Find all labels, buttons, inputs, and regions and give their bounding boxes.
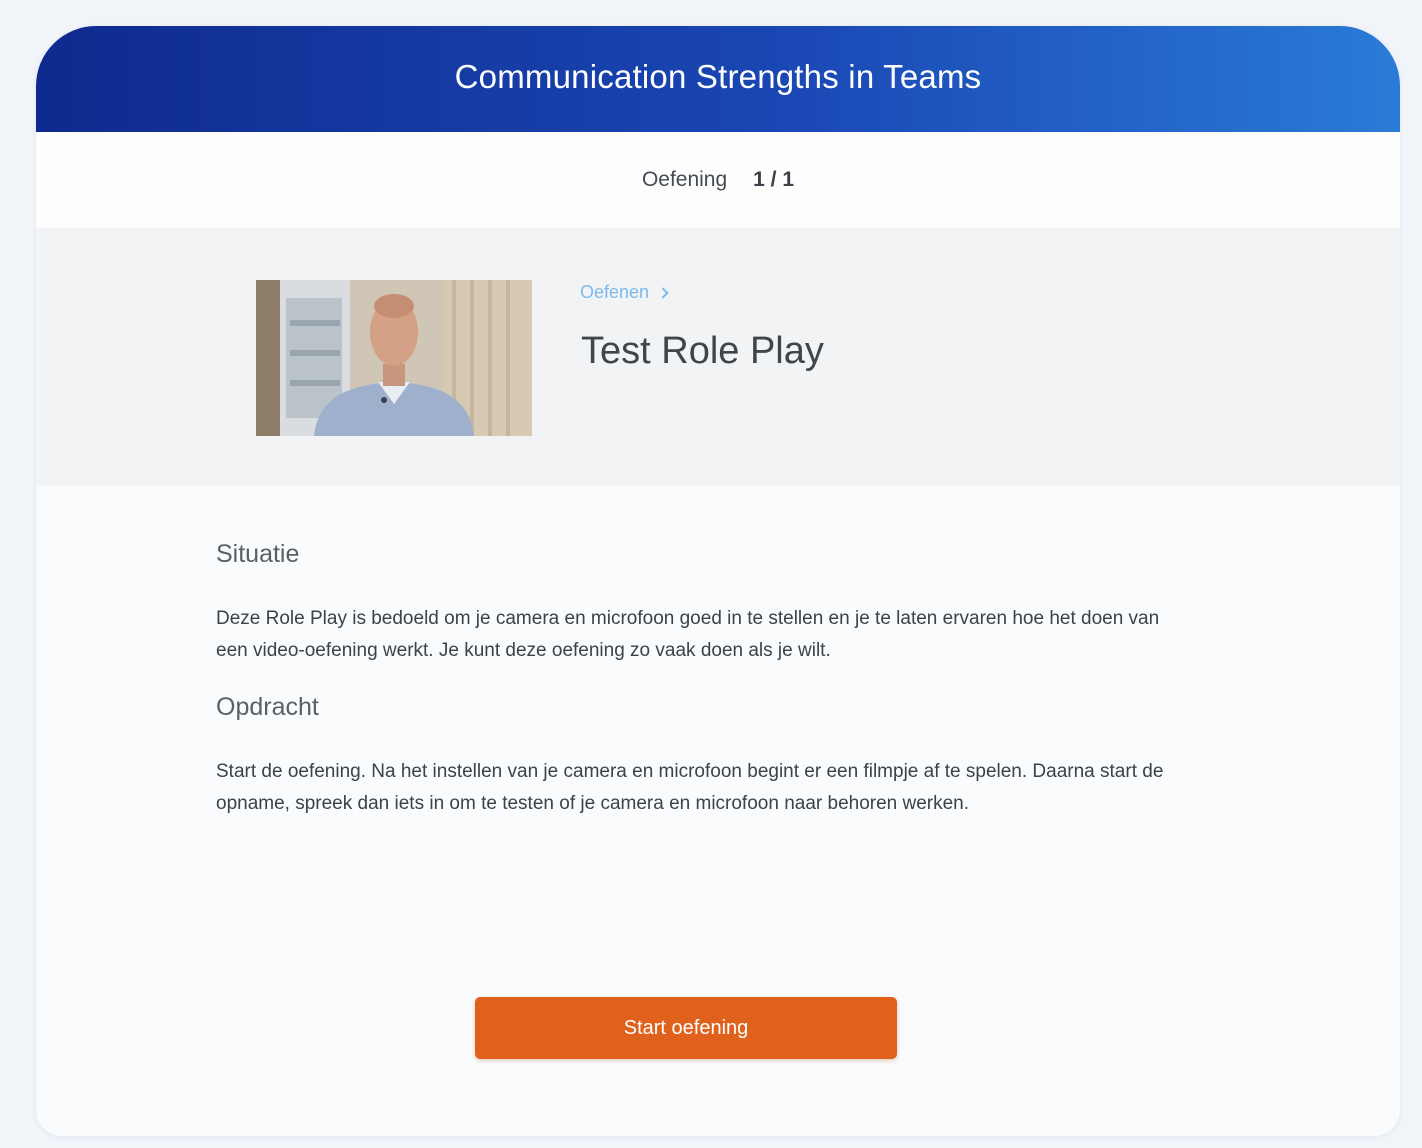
breadcrumb-link[interactable]: Oefenen	[580, 282, 649, 303]
assignment-heading: Opdracht	[216, 693, 319, 721]
exercise-description: Situatie Deze Role Play is bedoeld om je…	[216, 540, 1176, 846]
breadcrumb[interactable]: Oefenen	[580, 282, 669, 303]
exercise-title: Test Role Play	[581, 330, 824, 372]
video-thumbnail[interactable]	[256, 280, 532, 436]
assignment-text: Start de oefening. Na het instellen van …	[216, 761, 1164, 814]
exercise-hero: Oefenen Test Role Play	[36, 228, 1400, 486]
situation-heading: Situatie	[216, 540, 300, 568]
course-title: Communication Strengths in Teams	[454, 58, 982, 95]
chevron-right-icon	[657, 287, 669, 299]
exercise-progress: Oefening 1 / 1	[36, 132, 1400, 228]
progress-label: Oefening	[641, 168, 728, 191]
start-exercise-button[interactable]: Start oefening	[475, 997, 897, 1059]
progress-count: 1 / 1	[753, 168, 795, 191]
course-header: Communication Strengths in Teams	[36, 26, 1400, 132]
presenter-image	[256, 280, 532, 436]
situation-text: Deze Role Play is bedoeld om je camera e…	[216, 608, 1160, 661]
